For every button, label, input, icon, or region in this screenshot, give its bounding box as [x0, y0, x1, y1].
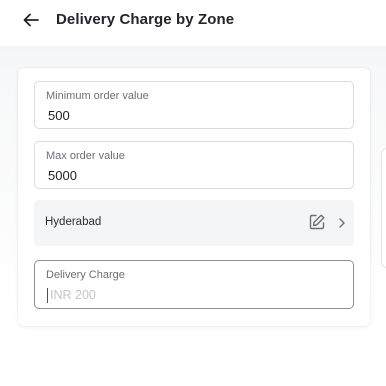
back-button[interactable]: [18, 7, 44, 33]
side-card-peek: [381, 148, 386, 268]
min-order-field[interactable]: Minimum order value: [34, 81, 354, 129]
max-order-input[interactable]: [48, 168, 338, 183]
arrow-left-icon: [23, 13, 39, 27]
max-order-label: Max order value: [46, 150, 125, 162]
delivery-charge-label: Delivery Charge: [46, 269, 125, 281]
edit-icon[interactable]: [308, 213, 326, 231]
delivery-charge-placeholder[interactable]: INR 200: [50, 288, 96, 302]
delivery-charge-field[interactable]: Delivery Charge INR 200: [34, 260, 354, 309]
max-order-field[interactable]: Max order value: [34, 141, 354, 189]
min-order-input[interactable]: [48, 108, 338, 123]
app-header: Delivery Charge by Zone: [0, 0, 386, 44]
zone-selector[interactable]: Hyderabad: [34, 200, 354, 246]
min-order-label: Minimum order value: [46, 90, 149, 102]
text-cursor: [47, 288, 48, 303]
zone-name: Hyderabad: [45, 216, 102, 228]
page-title: Delivery Charge by Zone: [56, 11, 235, 28]
chevron-right-icon: [339, 218, 345, 228]
